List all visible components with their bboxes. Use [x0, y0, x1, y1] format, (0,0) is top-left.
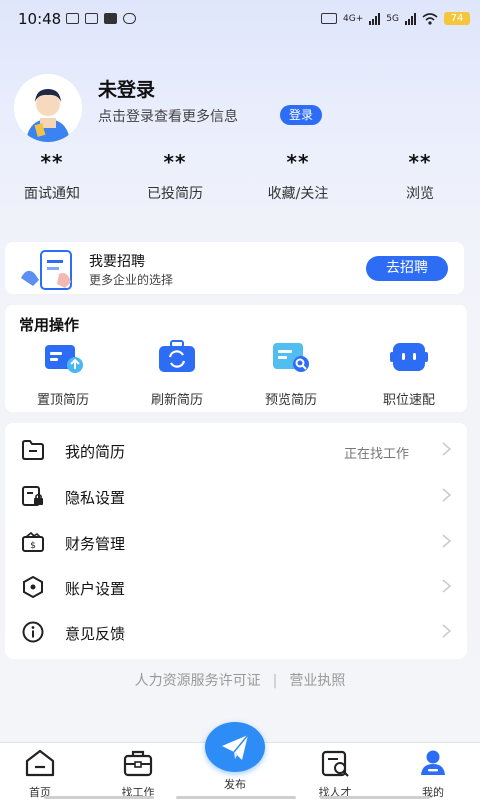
- stats-row: ** 面试通知 ** 已投简历 ** 收藏/关注 ** 浏览: [0, 150, 480, 210]
- network-label: 4G+: [343, 13, 364, 24]
- network-label-2: 5G: [386, 13, 399, 24]
- recruit-card[interactable]: 我要招聘 更多企业的选择 去招聘: [5, 242, 464, 294]
- recruit-title: 我要招聘: [89, 254, 145, 270]
- chevron-right-icon: [442, 624, 452, 638]
- info-icon: [22, 621, 44, 643]
- wifi-icon: [422, 12, 438, 25]
- hr-license-link[interactable]: 人力资源服务许可证: [135, 670, 261, 690]
- menu-label: 我的简历: [65, 443, 126, 461]
- preview-resume-icon: [273, 343, 309, 372]
- menu-label: 财务管理: [65, 535, 126, 553]
- wallet-icon: $: [22, 531, 44, 552]
- home-icon: [25, 749, 55, 777]
- op-label: 置顶简历: [36, 393, 89, 408]
- stat-favorites[interactable]: ** 收藏/关注: [238, 150, 358, 203]
- recruit-subtitle: 更多企业的选择: [89, 273, 174, 287]
- status-time: 10:48: [18, 10, 62, 28]
- chevron-right-icon: [442, 579, 452, 593]
- stat-label: 收藏/关注: [267, 186, 329, 202]
- stat-views[interactable]: ** 浏览: [360, 150, 480, 203]
- home-indicator: [176, 796, 296, 799]
- signal-icon: [369, 12, 381, 25]
- menu-item-my-resume[interactable]: 我的简历 正在找工作: [5, 427, 467, 472]
- menu-item-feedback[interactable]: 意见反馈: [5, 609, 467, 654]
- system-status: 4G+ 5G 74: [321, 12, 470, 25]
- stat-label: 已投简历: [147, 186, 203, 202]
- stat-value: **: [286, 150, 310, 174]
- stat-value: **: [40, 150, 64, 174]
- op-pin-resume[interactable]: 置顶简历: [13, 339, 113, 408]
- publish-button[interactable]: [205, 722, 265, 772]
- refresh-resume-icon: [159, 340, 195, 372]
- hd-icon: [321, 13, 338, 24]
- briefcase-icon: [123, 750, 153, 777]
- stat-label: 面试通知: [24, 186, 80, 202]
- common-operations: 常用操作 置顶简历 刷新简历 预览简历 职位速配: [5, 305, 467, 412]
- message-icon: [66, 13, 79, 24]
- stat-value: **: [163, 150, 187, 174]
- notification-icons: [66, 13, 136, 24]
- go-recruit-button[interactable]: 去招聘: [366, 256, 448, 281]
- pin-resume-icon: [45, 345, 83, 373]
- publish-label: 发布: [224, 778, 246, 791]
- footer-separator: |: [272, 673, 278, 689]
- tab-mine[interactable]: 我的: [393, 749, 473, 800]
- settings-menu: 我的简历 正在找工作 隐私设置 $ 财务管理 账户设置 意见反馈: [5, 423, 467, 659]
- menu-item-privacy[interactable]: 隐私设置: [5, 473, 467, 518]
- op-refresh-resume[interactable]: 刷新简历: [127, 339, 227, 408]
- job-match-icon: [390, 343, 428, 371]
- menu-label: 意见反馈: [65, 625, 126, 643]
- user-icon: [421, 750, 445, 775]
- link-icon: [123, 13, 136, 24]
- stat-interview-notice[interactable]: ** 面试通知: [0, 150, 112, 203]
- menu-item-account[interactable]: 账户设置: [5, 564, 467, 609]
- menu-label: 隐私设置: [65, 489, 126, 507]
- app-icon-2: [104, 13, 117, 24]
- section-title: 常用操作: [19, 316, 80, 334]
- stat-value: **: [408, 150, 432, 174]
- op-job-match[interactable]: 职位速配: [359, 339, 459, 408]
- page-title[interactable]: 未登录: [98, 75, 155, 102]
- app-icon: [85, 13, 98, 24]
- op-label: 职位速配: [382, 393, 435, 408]
- chevron-right-icon: [442, 534, 452, 548]
- home-indicator: [320, 796, 430, 799]
- chevron-right-icon: [442, 488, 452, 502]
- avatar[interactable]: [14, 74, 82, 142]
- signal-icon-2: [405, 12, 416, 25]
- chevron-right-icon: [442, 442, 452, 456]
- login-hint[interactable]: 点击登录查看更多信息: [98, 106, 238, 126]
- op-label: 预览简历: [264, 393, 317, 408]
- find-talent-icon: [321, 750, 349, 777]
- svg-text:$: $: [30, 541, 36, 551]
- tab-find-talent[interactable]: 找人才: [295, 749, 375, 800]
- privacy-lock-icon: [22, 486, 43, 506]
- menu-label: 账户设置: [65, 580, 126, 598]
- op-preview-resume[interactable]: 预览简历: [241, 339, 341, 408]
- recruit-illustration: [21, 250, 72, 290]
- status-bar: 10:48 4G+ 5G 74: [0, 0, 480, 40]
- login-button[interactable]: 登录: [280, 105, 323, 125]
- tab-home[interactable]: 首页: [0, 749, 80, 800]
- paper-plane-icon: [222, 734, 249, 760]
- home-indicator: [44, 796, 154, 799]
- battery-icon: 74: [444, 12, 470, 25]
- stat-delivered-resumes[interactable]: ** 已投简历: [115, 150, 235, 203]
- tab-find-job[interactable]: 找工作: [98, 749, 178, 800]
- folder-icon: [22, 440, 44, 460]
- footer-links: 人力资源服务许可证 | 营业执照: [0, 670, 480, 690]
- op-label: 刷新简历: [150, 393, 203, 408]
- menu-item-finance[interactable]: $ 财务管理: [5, 519, 467, 564]
- business-license-link[interactable]: 营业执照: [289, 670, 345, 690]
- avatar-illustration: [14, 74, 82, 142]
- account-settings-icon: [23, 576, 43, 598]
- job-status: 正在找工作: [343, 447, 409, 462]
- stat-label: 浏览: [406, 186, 434, 202]
